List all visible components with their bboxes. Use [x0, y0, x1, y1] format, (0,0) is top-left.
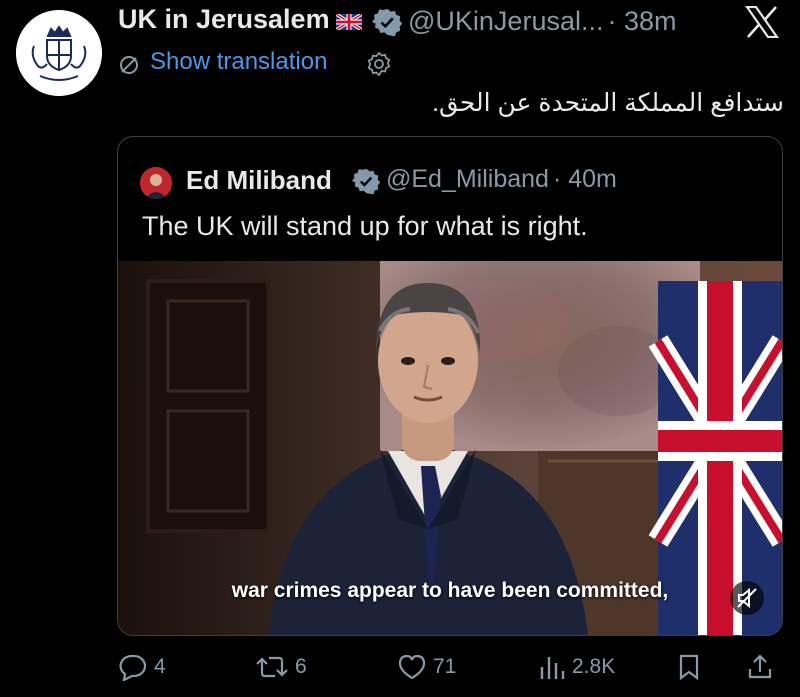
x-logo-icon[interactable] [744, 5, 780, 39]
quoted-tweet-card[interactable]: Ed Miliband @Ed_Miliband · 40m The UK wil… [117, 136, 783, 636]
share-button[interactable] [746, 652, 774, 682]
reply-button[interactable]: 4 [118, 652, 166, 682]
like-count: 71 [433, 655, 457, 678]
share-icon [748, 654, 772, 679]
mute-icon[interactable] [730, 581, 764, 615]
view-count: 2.8K [572, 655, 616, 678]
verified-badge-icon[interactable] [352, 167, 381, 195]
uk-flag-emoji-icon [335, 12, 363, 32]
author-handle-and-time[interactable]: @UKinJerusal... · 38m [408, 6, 677, 37]
views-icon [540, 657, 565, 679]
bookmark-icon [679, 654, 699, 681]
gear-icon[interactable] [366, 51, 392, 77]
video-caption: war crimes appear to have been committed… [231, 579, 669, 602]
repost-count: 6 [295, 655, 307, 678]
reply-icon [119, 654, 147, 681]
repost-button[interactable]: 6 [255, 652, 307, 682]
quoted-author-display-name[interactable]: Ed Miliband [186, 165, 332, 196]
video-player[interactable]: war crimes appear to have been committed… [118, 261, 782, 635]
quoted-author-handle-and-time[interactable]: @Ed_Miliband · 40m [386, 165, 617, 194]
author-avatar[interactable] [16, 10, 102, 96]
views-button[interactable]: 2.8K [538, 652, 615, 682]
quoted-author-avatar[interactable] [140, 167, 172, 199]
repost-icon [256, 656, 288, 678]
author-display-name[interactable]: UK in Jerusalem [118, 4, 330, 35]
like-icon [398, 654, 426, 680]
reply-count: 4 [154, 655, 166, 678]
bookmark-button[interactable] [676, 652, 702, 682]
quoted-tweet-text: The UK will stand up for what is right. [142, 211, 588, 241]
show-translation-link[interactable]: Show translation [150, 48, 327, 76]
translate-icon [118, 54, 140, 76]
tweet-text: ستدافع المملكة المتحدة عن الحق. [432, 89, 784, 117]
verified-badge-icon[interactable] [372, 7, 403, 37]
like-button[interactable]: 71 [397, 652, 456, 682]
